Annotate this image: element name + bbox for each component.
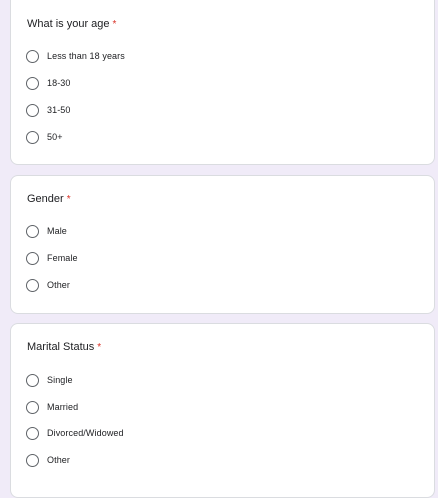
radio-option-50-plus[interactable]: 50+: [26, 129, 63, 145]
required-asterisk: *: [66, 194, 71, 205]
radio-option-label: Less than 18 years: [47, 51, 125, 61]
radio-option-other-gender[interactable]: Other: [26, 277, 70, 293]
radio-button[interactable]: [26, 251, 39, 265]
radio-option-label: 18-30: [47, 78, 71, 88]
radio-option-label: Divorced/Widowed: [47, 428, 124, 438]
radio-option-label: Male: [47, 226, 67, 236]
radio-button[interactable]: [26, 453, 39, 467]
question-card-age: What is your age * Less than 18 years 18-…: [10, 0, 435, 165]
required-asterisk: *: [112, 19, 117, 30]
radio-button[interactable]: [26, 426, 39, 440]
radio-option-label: Other: [47, 455, 71, 465]
radio-option-label: Single: [47, 375, 73, 385]
radio-option-other-marital[interactable]: Other: [26, 452, 70, 468]
question-card-marital-status: Marital Status * Single Married Divorced/…: [10, 323, 435, 498]
radio-button[interactable]: [26, 103, 39, 117]
radio-button[interactable]: [26, 400, 39, 414]
radio-option-single[interactable]: Single: [26, 372, 73, 388]
radio-button[interactable]: [26, 278, 39, 292]
required-asterisk: *: [97, 342, 102, 353]
radio-option-male[interactable]: Male: [26, 223, 67, 239]
radio-button[interactable]: [26, 130, 39, 144]
radio-option-label: Married: [47, 402, 79, 412]
radio-button[interactable]: [26, 373, 39, 387]
question-card-gender: Gender * Male Female Other: [10, 175, 435, 314]
radio-option-female[interactable]: Female: [26, 250, 78, 266]
radio-option-18-30[interactable]: 18-30: [26, 75, 71, 91]
radio-option-31-50[interactable]: 31-50: [26, 102, 71, 118]
radio-option-label: 50+: [47, 132, 63, 142]
radio-option-less-than-18[interactable]: Less than 18 years: [26, 48, 125, 64]
radio-option-label: Female: [47, 253, 78, 263]
question-title-gender: Gender *: [27, 192, 71, 207]
radio-option-divorced-widowed[interactable]: Divorced/Widowed: [26, 425, 124, 441]
question-title-text: What is your age: [27, 18, 110, 30]
question-title-age: What is your age *: [27, 17, 116, 32]
radio-button[interactable]: [26, 76, 39, 90]
question-title-text: Marital Status: [27, 341, 95, 353]
radio-button[interactable]: [26, 49, 39, 63]
radio-option-label: 31-50: [47, 105, 71, 115]
radio-option-married[interactable]: Married: [26, 399, 78, 415]
question-title-marital-status: Marital Status *: [27, 340, 101, 355]
question-title-text: Gender: [27, 193, 64, 205]
radio-option-label: Other: [47, 280, 71, 290]
radio-button[interactable]: [26, 224, 39, 238]
